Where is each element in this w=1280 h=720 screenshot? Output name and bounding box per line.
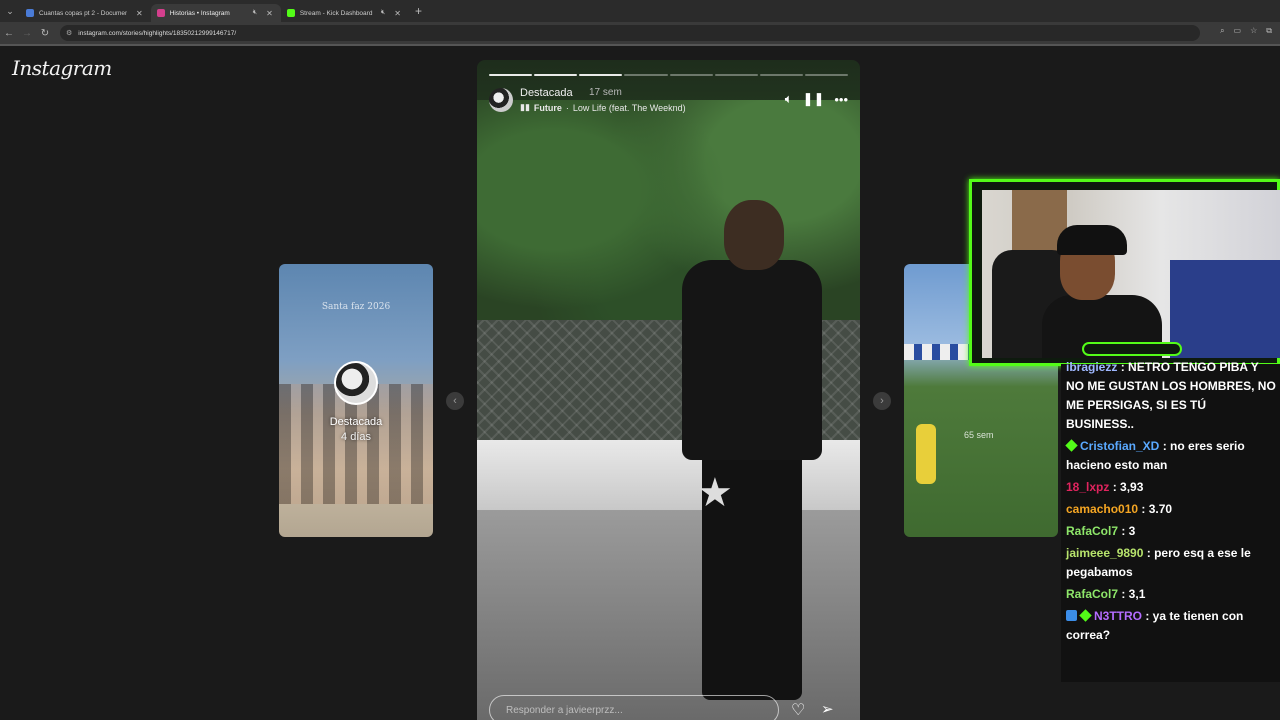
chat-message: 18_lxpz : 3,93 (1064, 478, 1277, 497)
url-field[interactable]: ⚙ instagram.com/stories/highlights/18350… (60, 25, 1200, 41)
story-progress-segment (624, 74, 668, 76)
send-icon[interactable]: ➢ (821, 700, 834, 718)
tab-title: Cuantas copas pt 2 - Documen (39, 9, 127, 17)
tab-docs[interactable]: Cuantas copas pt 2 - Documen ✕ (20, 4, 151, 22)
chat-message: ibragiezz : NETRO TENGO PIBA Y NO ME GUS… (1064, 358, 1277, 434)
zoom-icon[interactable]: ⌕ (1220, 26, 1224, 36)
music-artist: Future (533, 102, 562, 113)
like-heart-icon[interactable]: ♡ (791, 700, 805, 720)
chat-text: : 3,1 (1118, 587, 1146, 601)
card-overlay-text: Santa faz 2026 (321, 302, 391, 312)
chat-username[interactable]: Cristofian_XD (1080, 439, 1159, 453)
chat-username[interactable]: camacho010 (1066, 502, 1138, 516)
highlight-age: 65 sem (964, 430, 994, 440)
story-progress-segment (534, 74, 578, 76)
chat-username[interactable]: jaimeee_9890 (1066, 546, 1143, 560)
kick-favicon-icon (286, 9, 295, 17)
mute-icon[interactable]: 🔇︎ (253, 9, 257, 17)
close-icon[interactable]: ✕ (136, 9, 143, 18)
docs-favicon-icon (26, 9, 34, 17)
story-progress-segment (804, 74, 848, 76)
blue-badge-icon (1066, 610, 1077, 621)
story-photo-person: ★ (652, 200, 860, 720)
tab-instagram[interactable]: Historias • Instagram 🔇︎ ✕ (150, 4, 281, 22)
story-progress-segment (759, 74, 803, 76)
webcam-frame-tab (1082, 342, 1182, 356)
story-username[interactable]: Destacada (520, 87, 573, 99)
chat-username[interactable]: RafaCol7 (1066, 587, 1118, 601)
story-controls: 🔈︎ ❚❚ ••• (785, 91, 848, 107)
tab-title: Historias • Instagram (169, 9, 230, 17)
story-progress-segment (714, 74, 758, 76)
story-avatar[interactable] (489, 88, 513, 112)
story-viewer[interactable]: ★ Destacada 17 sem ▮▮ Future · Low Life … (477, 60, 860, 720)
cast-icon[interactable]: ▭ (1234, 26, 1242, 36)
story-progress-segment (489, 74, 533, 76)
chat-message: jaimeee_9890 : pero esq a ese le pegabam… (1064, 544, 1277, 582)
story-timestamp: 17 sem (589, 87, 622, 98)
browser-tab-bar: ⌄ Cuantas copas pt 2 - Documen ✕ Histori… (0, 0, 1280, 22)
chat-text: : 3.70 (1138, 502, 1173, 516)
bookmark-star-icon[interactable]: ☆ (1250, 26, 1257, 36)
music-separator: · (565, 102, 569, 113)
tab-title: Stream - Kick Dashboard (299, 9, 373, 17)
next-arrow-icon[interactable]: › (873, 392, 891, 410)
football-player (916, 424, 936, 484)
story-header: Destacada 17 sem ▮▮ Future · Low Life (f… (489, 86, 848, 114)
instagram-logo[interactable]: Instagram (12, 56, 112, 80)
close-icon[interactable]: ✕ (266, 9, 273, 18)
reply-input[interactable]: Responder a javieerprzz... (489, 695, 779, 720)
toolbar-actions: ⌕ ▭ ☆ ⧉ (1220, 26, 1272, 36)
chat-text: : 3,93 (1109, 480, 1144, 494)
address-bar-row: ← → ↻ ⚙ instagram.com/stories/highlights… (0, 22, 1280, 44)
chat-message: Cristofian_XD : no eres serio hacieno es… (1064, 437, 1277, 475)
story-progress-segment (579, 74, 623, 76)
url-text: instagram.com/stories/highlights/1835021… (78, 29, 237, 37)
story-progress-segment (669, 74, 713, 76)
chat-message: RafaCol7 : 3,1 (1064, 585, 1277, 604)
forward-icon[interactable]: → (18, 28, 36, 39)
chat-username[interactable]: ibragiezz (1066, 360, 1117, 374)
stream-chat-overlay: ibragiezz : NETRO TENGO PIBA Y NO ME GUS… (1061, 360, 1280, 682)
reload-icon[interactable]: ↻ (36, 28, 54, 39)
highlight-label: Destacada (329, 416, 383, 428)
chat-text: : ya te tienen con correa? (1066, 609, 1244, 642)
tab-kick[interactable]: Stream - Kick Dashboard 🔇︎ ✕ (281, 4, 409, 22)
volume-icon[interactable]: 🔈︎ (785, 91, 793, 107)
chat-message: N3TTRO : ya te tienen con correa? (1064, 607, 1277, 645)
chat-message: camacho010 : 3.70 (1064, 500, 1277, 519)
story-music[interactable]: ▮▮ Future · Low Life (feat. The Weeknd) (520, 102, 686, 113)
reply-placeholder: Responder a javieerprzz... (506, 704, 623, 716)
chat-username[interactable]: RafaCol7 (1066, 524, 1118, 538)
highlight-age: 4 días (341, 431, 371, 443)
chat-text: : 3 (1118, 524, 1136, 538)
green-badge-icon (1079, 609, 1092, 622)
tab-search-icon[interactable]: ⌄ (0, 0, 20, 22)
green-badge-icon (1065, 439, 1078, 452)
music-song: Low Life (feat. The Weeknd) (572, 102, 686, 113)
more-options-icon[interactable]: ••• (834, 92, 848, 107)
chat-message: RafaCol7 : 3 (1064, 522, 1277, 541)
chat-username[interactable]: 18_lxpz (1066, 480, 1109, 494)
webcam-feed (982, 190, 1280, 358)
back-icon[interactable]: ← (0, 28, 18, 39)
webcam-overlay (969, 179, 1280, 366)
new-tab-button[interactable]: + (415, 4, 422, 18)
instagram-favicon-icon (156, 9, 165, 17)
music-bars-icon: ▮▮ (520, 102, 530, 112)
previous-highlight-card[interactable]: Santa faz 2026 Destacada 4 días (279, 264, 433, 537)
pause-icon[interactable]: ❚❚ (803, 91, 825, 107)
extensions-icon[interactable]: ⧉ (1266, 26, 1272, 36)
chat-username[interactable]: N3TTRO (1094, 609, 1142, 623)
streamer (1042, 225, 1162, 358)
story-progress-bar (489, 74, 848, 76)
close-icon[interactable]: ✕ (394, 9, 401, 18)
site-info-icon[interactable]: ⚙ (66, 29, 72, 37)
previous-arrow-icon[interactable]: ‹ (446, 392, 464, 410)
highlight-avatar (334, 361, 378, 405)
mute-icon[interactable]: 🔇︎ (381, 9, 385, 17)
